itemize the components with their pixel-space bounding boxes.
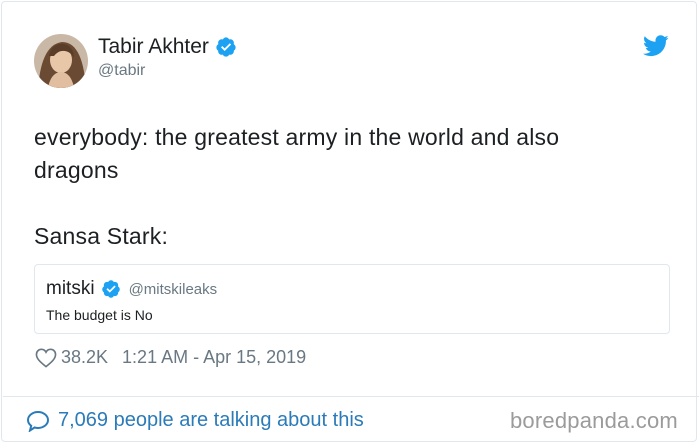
watermark: boredpanda.com xyxy=(510,408,678,433)
tweet-card: Tabir Akhter @tabir everybody: the great… xyxy=(1,1,699,442)
tweet-meta: 38.2K 1:21 AM - Apr 15, 2019 xyxy=(35,347,306,368)
speech-bubble-icon xyxy=(26,410,50,432)
tweet-line: Sansa Stark: xyxy=(34,223,169,249)
avatar[interactable] xyxy=(34,34,88,88)
conversation-text[interactable]: 7,069 people are talking about this xyxy=(58,409,364,432)
quoted-tweet[interactable]: mitski @mitskileaks The budget is No xyxy=(34,264,670,334)
twitter-bird-icon[interactable] xyxy=(643,35,669,57)
divider xyxy=(3,396,699,397)
like-count[interactable]: 38.2K xyxy=(61,347,108,368)
author-handle[interactable]: @tabir xyxy=(98,61,145,81)
verified-badge-icon xyxy=(101,280,120,298)
avatar-image xyxy=(34,34,88,88)
author-name-row[interactable]: Tabir Akhter xyxy=(98,35,237,59)
quoted-author-handle[interactable]: @mitskileaks xyxy=(129,281,218,298)
author-name[interactable]: Tabir Akhter xyxy=(98,35,209,59)
heart-icon[interactable] xyxy=(35,348,57,368)
conversation-link[interactable]: 7,069 people are talking about this xyxy=(26,409,364,432)
quoted-tweet-text: The budget is No xyxy=(46,307,153,323)
tweet-timestamp[interactable]: 1:21 AM - Apr 15, 2019 xyxy=(122,347,306,368)
verified-badge-icon xyxy=(216,37,236,57)
quoted-author-name[interactable]: mitski xyxy=(46,278,95,300)
tweet-line: dragons xyxy=(34,157,119,183)
quoted-tweet-header: mitski @mitskileaks xyxy=(46,278,217,300)
tweet-text: everybody: the greatest army in the worl… xyxy=(34,121,670,253)
tweet-line: everybody: the greatest army in the worl… xyxy=(34,124,560,150)
